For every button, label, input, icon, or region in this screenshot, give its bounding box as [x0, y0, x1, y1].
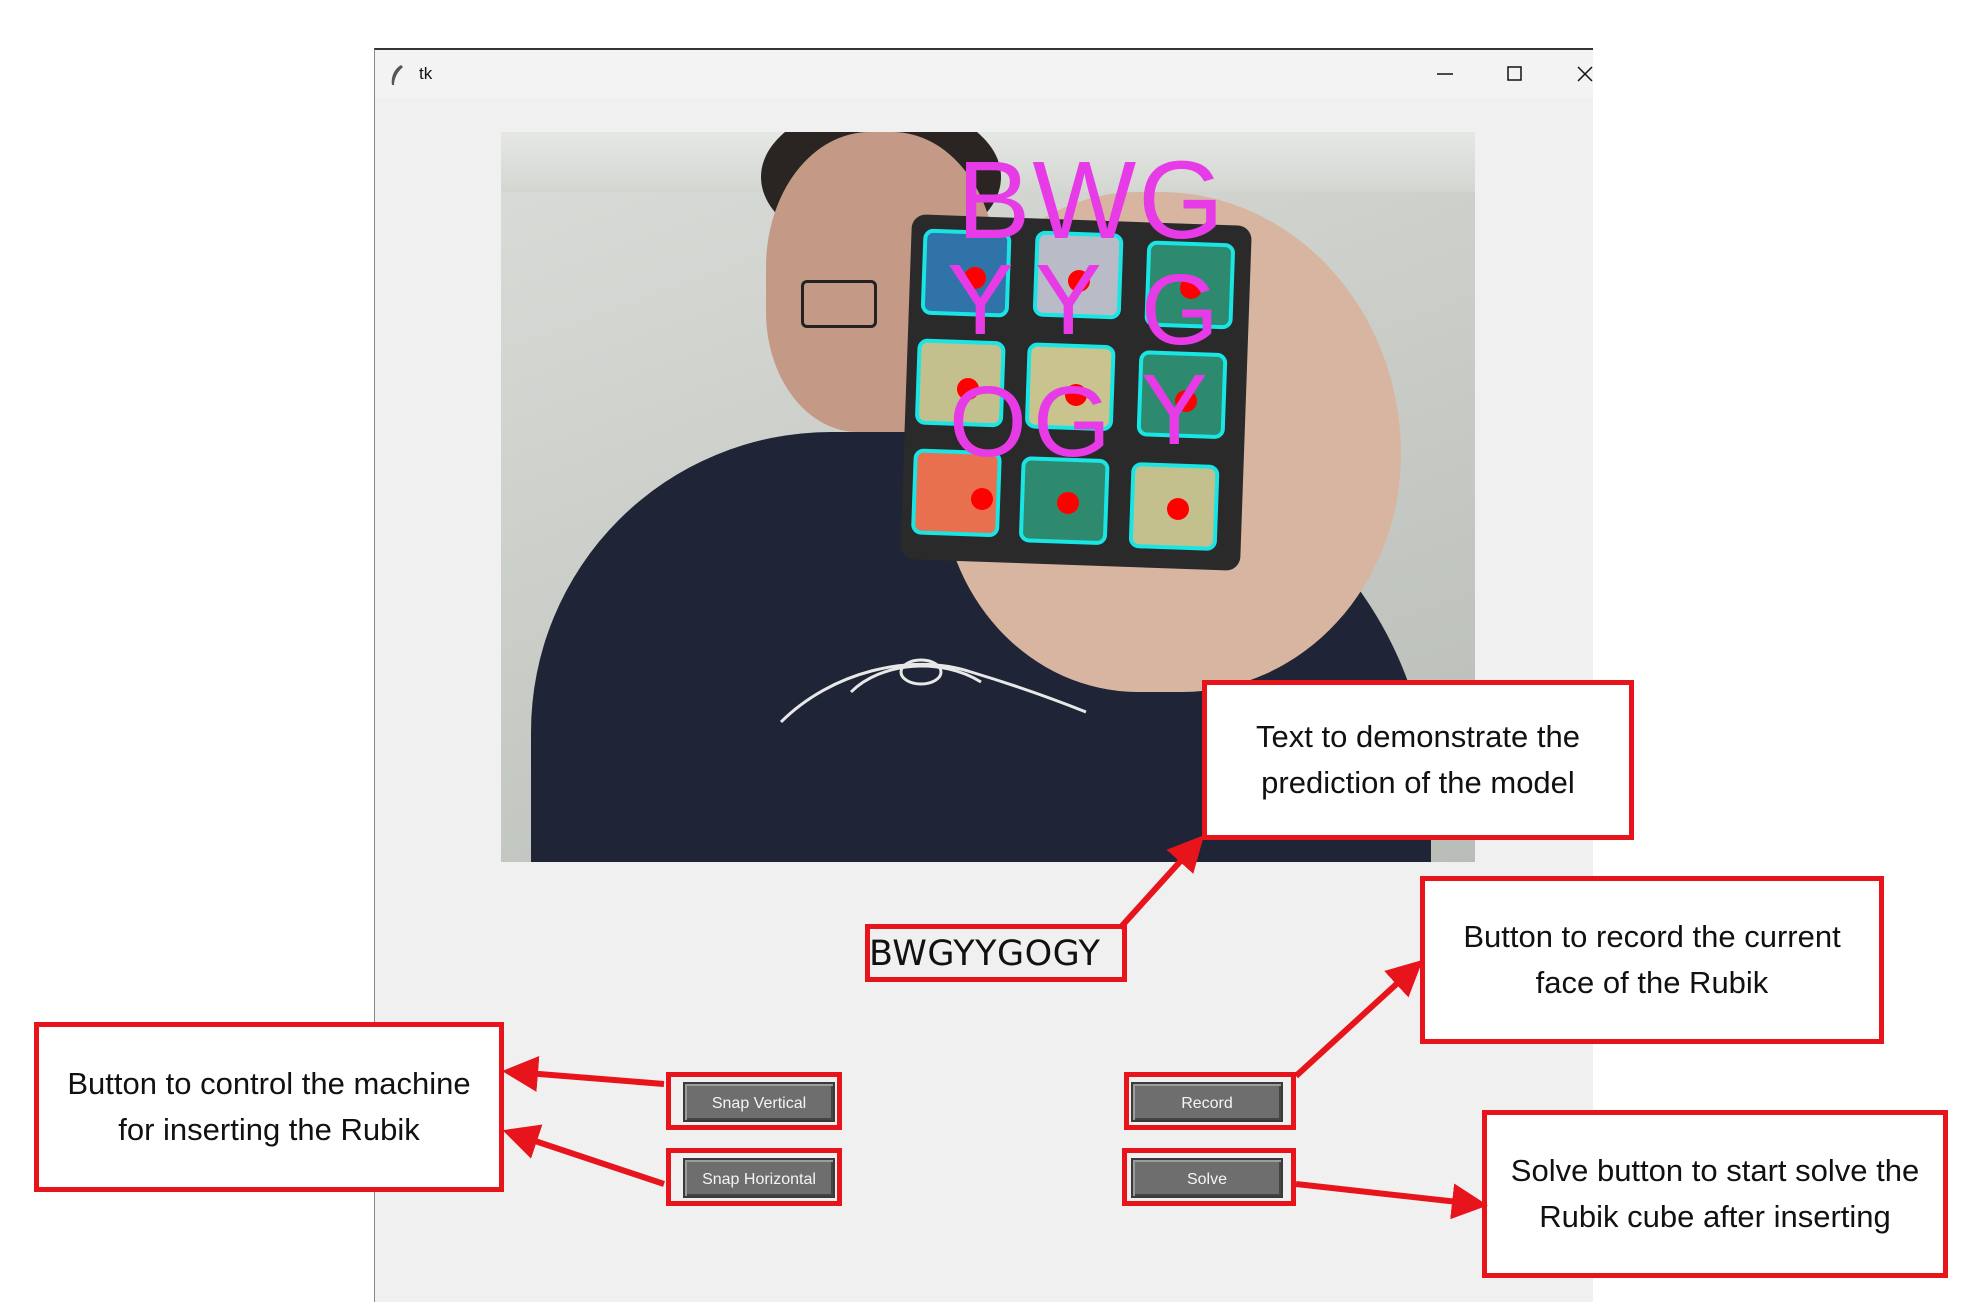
arrow-to-snap-callout-2: [502, 1124, 665, 1187]
arrow-to-record-callout: [1293, 959, 1423, 1079]
arrow-to-prediction-callout: [1117, 835, 1205, 931]
arrow-to-snap-callout-1: [502, 1055, 665, 1092]
arrow-to-solve-callout: [1295, 1181, 1488, 1220]
annotation-arrows: [502, 835, 1488, 1220]
